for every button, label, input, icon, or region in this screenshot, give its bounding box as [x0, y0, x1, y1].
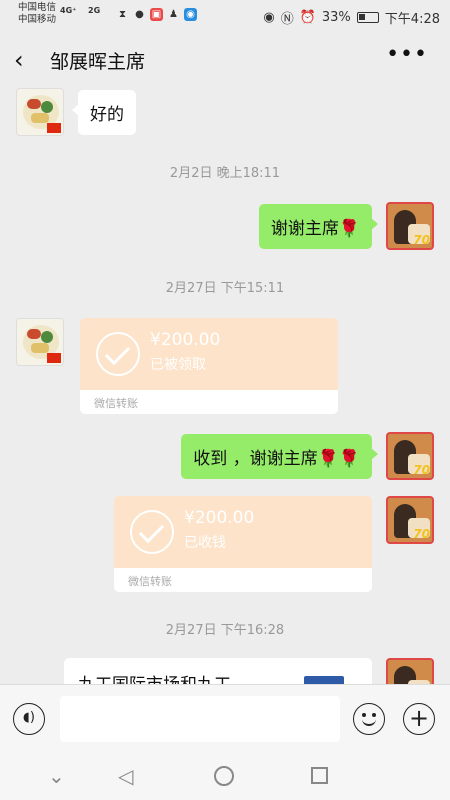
message-input[interactable] [60, 696, 340, 742]
document-icon [304, 676, 344, 684]
message-bubble[interactable]: 好的 [72, 90, 136, 135]
emoji-icon[interactable] [353, 703, 385, 735]
battery-percent: 33% [321, 10, 351, 25]
transfer-card[interactable]: ¥200.00 已收钱 微信转账 [114, 496, 372, 592]
my-avatar[interactable]: 70 [386, 496, 434, 544]
transfer-card[interactable]: ¥200.00 已被领取 微信转账 [80, 318, 338, 414]
check-circle-icon [130, 510, 174, 554]
network-type-2: 2G [88, 6, 101, 15]
transfer-footer: 微信转账 [114, 568, 372, 592]
network-type-1: 4G⁺ [60, 6, 77, 15]
status-bar: 中国电信 中国移动 4G⁺ 2G ⧗ ● ▣ ♟ ◉ ◉ Ⓝ ⏰ 33% 下午4… [0, 0, 450, 34]
alarm-icon: ⏰ [299, 10, 316, 25]
transfer-status: 已被领取 [150, 357, 206, 373]
carrier-2: 中国移动 [18, 14, 57, 25]
contact-avatar[interactable] [16, 318, 64, 366]
check-circle-icon [96, 332, 140, 376]
hourglass-icon: ⧗ [118, 9, 127, 20]
file-name: 九工国际市场和九工 [78, 670, 231, 684]
page-title: 邹展晖主席 [50, 51, 146, 73]
transfer-status: 已收钱 [184, 535, 226, 551]
input-bar: ◖) + [0, 684, 450, 752]
back-triangle-icon[interactable]: ◁ [118, 764, 133, 788]
file-message[interactable]: 九工国际市场和九工 [64, 658, 372, 684]
timestamp: 2月27日 下午16:28 [165, 623, 285, 638]
my-avatar[interactable]: 70 [386, 432, 434, 480]
plus-icon[interactable]: + [403, 703, 435, 735]
back-arrow-icon[interactable]: ‹ [14, 46, 24, 74]
message-bubble[interactable]: 谢谢主席🌹 [258, 204, 379, 249]
chat-header: ‹ 邹展晖主席 ••• [0, 34, 450, 86]
clock: 下午4:28 [384, 12, 440, 27]
home-circle-icon[interactable] [214, 766, 234, 786]
recent-apps-icon[interactable] [311, 767, 328, 784]
battery-icon [356, 12, 379, 23]
message-bubble[interactable]: 收到 ，谢谢主席🌹🌹 [181, 434, 378, 479]
chat-bubble-icon: ● [135, 9, 144, 20]
transfer-footer: 微信转账 [80, 390, 338, 414]
qq-icon: ♟ [169, 9, 178, 20]
chat-area[interactable]: 好的 2月2日 晚上18:11 谢谢主席🌹 70 2月27日 下午15:11 ¥… [0, 86, 450, 684]
system-nav-bar: ⌄ ◁ [0, 752, 450, 800]
chevron-down-icon[interactable]: ⌄ [48, 764, 65, 788]
app-notification-icon: ▣ [150, 8, 163, 21]
timestamp: 2月27日 下午15:11 [165, 281, 285, 296]
voice-input-icon[interactable]: ◖) [13, 703, 45, 735]
timestamp: 2月2日 晚上18:11 [169, 166, 281, 181]
eye-icon: ◉ [263, 10, 275, 25]
my-avatar[interactable]: 70 [386, 202, 434, 250]
contact-avatar[interactable] [16, 88, 64, 136]
transfer-amount: ¥200.00 [184, 508, 255, 528]
shield-app-icon: ◉ [184, 8, 197, 21]
carrier-labels: 中国电信 中国移动 [18, 2, 56, 26]
more-options-icon[interactable]: ••• [386, 42, 428, 67]
carrier-1: 中国电信 [18, 2, 57, 13]
transfer-amount: ¥200.00 [150, 330, 221, 350]
my-avatar[interactable]: 70 [386, 658, 434, 684]
nfc-icon: Ⓝ [280, 12, 294, 27]
